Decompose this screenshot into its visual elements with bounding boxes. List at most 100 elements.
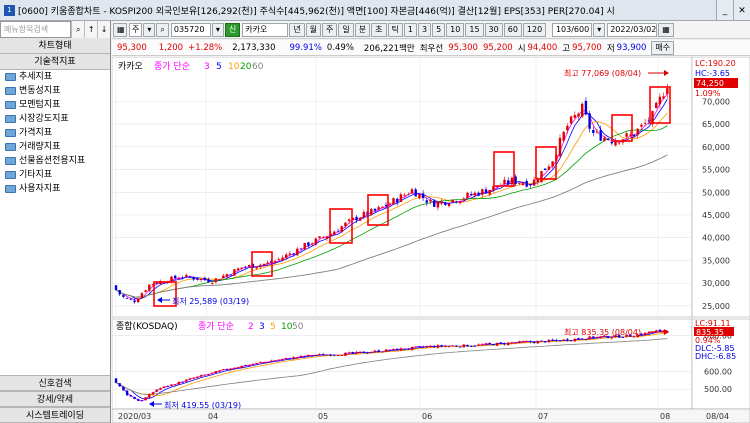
- price-candle: [336, 230, 340, 232]
- period-button[interactable]: 초: [371, 22, 387, 37]
- indicator-folder-item[interactable]: 선물옵션전용지표: [0, 154, 110, 168]
- period-select[interactable]: 주: [129, 22, 143, 37]
- interval-button[interactable]: 3: [417, 22, 432, 37]
- index-candle: [421, 346, 425, 348]
- window-title: [0600] 키움종합차트 - KOSPI200 외국인보유[126,292(천…: [18, 6, 615, 17]
- price-candle: [625, 133, 628, 137]
- index-candle: [166, 385, 169, 387]
- price-candle: [507, 180, 510, 184]
- calendar-icon[interactable]: ▦: [658, 22, 674, 37]
- search-up-icon[interactable]: ↑: [84, 21, 98, 38]
- period-button[interactable]: 분: [354, 22, 371, 37]
- bid-price: 95,200: [482, 42, 513, 53]
- index-high-annotation: 최고 835.35 (08/04): [564, 327, 641, 337]
- price-candle: [222, 275, 225, 279]
- index-candle: [658, 329, 662, 332]
- index-candle: [569, 340, 573, 342]
- grid-icon[interactable]: ▦: [113, 22, 127, 37]
- interval-button[interactable]: 1: [403, 22, 417, 37]
- indicator-folder-label: 거래량지표: [19, 142, 61, 152]
- index-candle: [384, 349, 388, 352]
- sidebar-bottom-item[interactable]: 시스템트레이딩: [0, 407, 110, 423]
- stock-code-input[interactable]: 035720: [170, 22, 211, 37]
- count-dropdown-icon[interactable]: ▾: [593, 22, 606, 37]
- date-field[interactable]: 2022/03/02: [607, 22, 658, 37]
- close-button[interactable]: ✕: [733, 0, 750, 20]
- index-candle: [551, 339, 554, 341]
- period-button[interactable]: 일: [338, 22, 354, 37]
- index-candle: [329, 354, 332, 356]
- chart-area[interactable]: 카카오 종가 단순 3 5 10 20 60 종합(KOSDAQ) 종가 단순 2351…: [111, 56, 750, 423]
- interval-button[interactable]: 30: [484, 22, 503, 37]
- indicator-folder-item[interactable]: 변동성지표: [0, 84, 110, 98]
- index-candle: [507, 342, 510, 346]
- tech-indicator-header[interactable]: 기술적지표: [0, 54, 110, 70]
- index-candle: [188, 378, 192, 380]
- index-candle: [621, 337, 625, 338]
- dropdown-icon[interactable]: ▾: [143, 22, 156, 37]
- index-candle: [351, 351, 354, 354]
- index-candle: [196, 376, 199, 378]
- index-candle: [440, 345, 443, 347]
- indicator-folder-item[interactable]: 추세지표: [0, 70, 110, 84]
- index-candle: [266, 362, 269, 363]
- indicator-folder-item[interactable]: 거래량지표: [0, 140, 110, 154]
- price-candle: [377, 207, 380, 210]
- data-count-field[interactable]: 103/600: [552, 22, 593, 37]
- price-candle: [481, 189, 484, 195]
- period-button[interactable]: 년: [289, 22, 305, 37]
- indicator-folder-item[interactable]: 사용자지표: [0, 182, 110, 196]
- index-candle: [344, 352, 347, 356]
- price-candle: [347, 219, 351, 221]
- interval-button[interactable]: 10: [446, 22, 465, 37]
- period-button[interactable]: 주: [322, 22, 338, 37]
- indicator-folder-item[interactable]: 모멘텀지표: [0, 98, 110, 112]
- interval-button[interactable]: 120: [522, 22, 547, 37]
- index-candle: [170, 384, 173, 386]
- search-down-icon[interactable]: ↓: [97, 21, 110, 38]
- index-candle: [381, 351, 384, 353]
- indicator-folder-item[interactable]: 시장강도지표: [0, 112, 110, 126]
- index-candle: [647, 332, 650, 334]
- index-candle: [573, 338, 576, 342]
- index-candle: [310, 355, 314, 357]
- price-candle: [466, 192, 469, 198]
- period-button[interactable]: 월: [305, 22, 322, 37]
- indicator-folder-item[interactable]: 기타지표: [0, 168, 110, 182]
- minimize-button[interactable]: _: [716, 0, 733, 20]
- price-candle: [114, 285, 118, 291]
- price-candle: [447, 203, 451, 207]
- price-candle: [233, 269, 236, 276]
- sidebar-bottom-item[interactable]: 신호검색: [0, 375, 110, 391]
- interval-button[interactable]: 5: [432, 22, 446, 37]
- interval-button[interactable]: 60: [503, 22, 522, 37]
- stock-search-icon[interactable]: ⌕: [156, 22, 169, 37]
- index-candle: [318, 354, 321, 355]
- index-candle: [244, 365, 247, 366]
- folder-icon: [5, 129, 16, 137]
- index-candle: [466, 344, 469, 347]
- price-y-tick: 40,000: [702, 234, 730, 243]
- index-candle: [218, 370, 221, 372]
- search-icon[interactable]: ⌕: [71, 21, 85, 38]
- price-candle: [125, 297, 129, 299]
- price-candle: [455, 201, 458, 203]
- price-candle: [488, 189, 491, 195]
- interval-button[interactable]: 15: [465, 22, 484, 37]
- code-dropdown-icon[interactable]: ▾: [211, 22, 224, 37]
- price-candle: [148, 284, 151, 291]
- sidebar-bottom-item[interactable]: 강세/약세: [0, 391, 110, 407]
- x-axis-tick: 07: [538, 412, 548, 421]
- index-candle: [336, 355, 340, 357]
- period-button[interactable]: 틱: [387, 22, 403, 37]
- index-candle: [536, 341, 539, 344]
- chart-type-header[interactable]: 차트형태: [0, 38, 110, 54]
- chart-svg[interactable]: 카카오 종가 단순 3 5 10 20 60 종합(KOSDAQ) 종가 단순 2351…: [111, 56, 750, 423]
- price-candle: [470, 193, 473, 196]
- buy-button[interactable]: 매수: [651, 40, 675, 55]
- high-label: 고: [562, 43, 571, 54]
- folder-icon: [5, 101, 16, 109]
- price-candle: [640, 124, 643, 127]
- menu-search-input[interactable]: 메뉴항목검색: [0, 21, 72, 38]
- indicator-folder-item[interactable]: 가격지표: [0, 126, 110, 140]
